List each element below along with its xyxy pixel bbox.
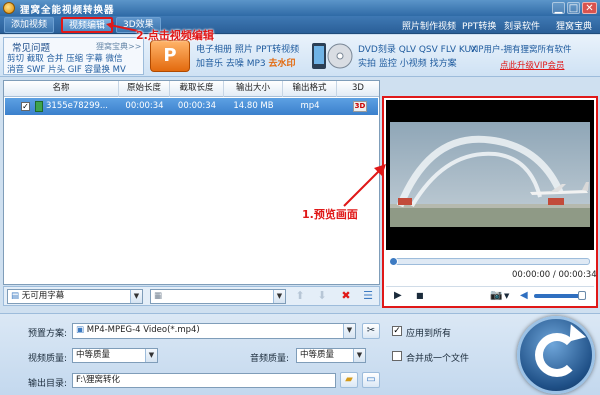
merge-label: 合并成一个文件 (406, 354, 470, 364)
window-title: 狸窝全能视频转换器 (20, 5, 115, 16)
volume-icon[interactable]: ◀ (520, 290, 528, 302)
apply-all-label: 应用到所有 (406, 329, 452, 339)
list-settings-icon[interactable]: ☰ (362, 290, 374, 302)
time-readout: 00:00:00 / 00:00:34 (512, 270, 597, 280)
subtitle-icon: ▤ (11, 291, 20, 301)
minimize-button[interactable]: ▁ (552, 2, 565, 14)
stop-icon[interactable]: ■ (416, 290, 424, 302)
preset-format-icon: ▣ (76, 325, 85, 335)
table-row[interactable]: ✓ 3155e78299... 00:00:34 00:00:34 14.80 … (5, 98, 378, 115)
column-3d[interactable]: 3D (337, 81, 379, 97)
subtitle-value: 无可用字幕 (21, 291, 65, 301)
merge-checkbox[interactable] (392, 351, 402, 361)
move-down-icon[interactable]: ⬇ (316, 290, 328, 302)
faq-links-row-2[interactable]: 消音 SWF 片头 GIF 容量换 MV (7, 63, 126, 75)
audio-track-icon: ▦ (154, 291, 163, 301)
annotation-step-1: 1.预览画面 (302, 208, 358, 221)
row-checkbox[interactable]: ✓ (21, 102, 30, 111)
menu-bar: 添加视频 视频编辑 3D效果 照片制作视频 PPT转换 刻录软件 狸窝宝典 (0, 16, 600, 34)
column-name[interactable]: 名称 (4, 81, 119, 97)
video-quality-select[interactable]: 中等质量 ▼ (72, 348, 158, 363)
remove-watermark-link[interactable]: 去水印 (269, 59, 296, 69)
audio-quality-label: 音频质量: (250, 354, 290, 364)
ppt-video-icon[interactable]: P (150, 40, 190, 72)
delete-icon[interactable]: ✖ (340, 290, 352, 302)
convert-button[interactable] (517, 316, 595, 394)
seek-handle[interactable] (389, 257, 398, 266)
row-name: 3155e78299... (46, 101, 109, 111)
video-quality-label: 视频质量: (28, 354, 68, 364)
snapshot-camera-icon[interactable]: 📷 (490, 290, 502, 302)
annotation-step-2: 2.点击视频编辑 (136, 29, 214, 42)
link-burn-software[interactable]: 刻录软件 (504, 19, 540, 32)
seek-bar[interactable] (389, 257, 590, 266)
open-folder-icon[interactable]: ▭ (362, 372, 380, 388)
preset-select[interactable]: ▣ MP4-MPEG-4 Video(*.mp4) ▼ (72, 323, 356, 339)
row-output-format: mp4 (300, 101, 320, 111)
feature-links-row-1[interactable]: 电子相册 照片 PPT转视频 (196, 42, 299, 55)
feature-links-row-3[interactable]: DVD刻录 QLV QSV FLV KUX (358, 42, 477, 55)
annotation-arrow-2 (106, 22, 139, 32)
audio-quality-select[interactable]: 中等质量 ▼ (296, 348, 366, 363)
tab-add-video[interactable]: 添加视频 (4, 17, 55, 33)
list-toolbar: ▤ 无可用字幕 ▼ ▦ ▼ ⬆ ⬇ ✖ ☰ (3, 286, 380, 306)
link-ppt-convert[interactable]: PPT转换 (462, 19, 496, 32)
chevron-down-icon[interactable]: ▼ (504, 290, 509, 302)
close-button[interactable]: ✕ (582, 2, 597, 14)
move-up-icon[interactable]: ⬆ (294, 290, 306, 302)
preset-label: 预置方案: (28, 329, 68, 339)
preset-settings-icon[interactable]: ✂ (362, 323, 380, 339)
faq-panel: 常见问题 狸窝宝典>> 剪切 截取 合并 压缩 字幕 微信 消音 SWF 片头 … (3, 37, 144, 75)
preset-value: MP4-MPEG-4 Video(*.mp4) (86, 325, 200, 335)
link-liwo-guide[interactable]: 狸窝宝典 (556, 19, 592, 32)
app-logo-icon (3, 2, 15, 14)
row-cut-length: 00:00:34 (177, 101, 217, 111)
feature-bar: 常见问题 狸窝宝典>> 剪切 截取 合并 压缩 字幕 微信 消音 SWF 片头 … (0, 35, 600, 77)
column-output-format[interactable]: 输出格式 (283, 81, 337, 97)
chevron-down-icon[interactable]: ▼ (353, 349, 365, 362)
feature-links-row-2-text[interactable]: 加音乐 去噪 MP3 (196, 59, 266, 69)
output-dir-field[interactable]: F:\狸窝转化 (72, 373, 336, 388)
apply-all-checkbox[interactable]: ✓ (392, 326, 402, 336)
faq-more-link[interactable]: 狸窝宝典>> (96, 41, 141, 52)
column-original-length[interactable]: 原始长度 (119, 81, 170, 97)
row-output-size: 14.80 MB (233, 101, 274, 111)
feature-links-row-2[interactable]: 加音乐 去噪 MP3 去水印 (196, 56, 296, 69)
chevron-down-icon[interactable]: ▼ (130, 290, 142, 303)
title-bar: 狸窝全能视频转换器 ▁ □ ✕ (0, 0, 600, 16)
3d-settings-icon[interactable]: 3D (353, 101, 367, 112)
link-photo-video[interactable]: 照片制作视频 (402, 19, 456, 32)
vip-description: VIP用户-拥有狸窝所有软件 (470, 45, 572, 55)
chevron-down-icon[interactable]: ▼ (145, 349, 157, 362)
volume-slider[interactable] (534, 291, 586, 300)
file-list: 名称 原始长度 截取长度 输出大小 输出格式 3D ✓ 3155e78299..… (3, 80, 380, 285)
dvd-phone-icon[interactable] (310, 40, 354, 72)
column-output-size[interactable]: 输出大小 (224, 81, 283, 97)
subtitle-select[interactable]: ▤ 无可用字幕 ▼ (7, 289, 143, 304)
chevron-down-icon[interactable]: ▼ (273, 290, 285, 303)
chevron-down-icon[interactable]: ▼ (343, 324, 355, 338)
playback-controls: ▶ ■ 📷 ▼ ◀ (386, 286, 594, 304)
vip-upgrade-link[interactable]: 点此升级VIP会员 (500, 59, 564, 71)
output-settings: 预置方案: ▣ MP4-MPEG-4 Video(*.mp4) ▼ ✂ ✓ 应用… (0, 313, 600, 395)
audio-track-select[interactable]: ▦ ▼ (150, 289, 286, 304)
maximize-button[interactable]: □ (567, 2, 580, 14)
video-quality-value: 中等质量 (76, 350, 111, 360)
preview-screen (386, 100, 594, 250)
video-frame (390, 122, 590, 227)
audio-quality-value: 中等质量 (300, 350, 335, 360)
output-dir-label: 输出目录: (28, 379, 68, 389)
annotation-arrow-1 (343, 164, 386, 207)
column-cut-length[interactable]: 截取长度 (170, 81, 224, 97)
row-original-length: 00:00:34 (125, 101, 164, 111)
preview-panel: 00:00:00 / 00:00:34 ▶ ■ 📷 ▼ ◀ (382, 96, 598, 308)
feature-links-row-4[interactable]: 实拍 监控 小视频 找方案 (358, 56, 457, 69)
output-dir-value: F:\狸窝转化 (76, 375, 120, 385)
video-file-icon (35, 101, 43, 112)
folder-browse-icon[interactable]: ▰ (340, 372, 358, 388)
play-icon[interactable]: ▶ (394, 290, 402, 302)
file-list-header: 名称 原始长度 截取长度 输出大小 输出格式 3D (4, 81, 379, 97)
volume-handle[interactable] (578, 291, 586, 300)
